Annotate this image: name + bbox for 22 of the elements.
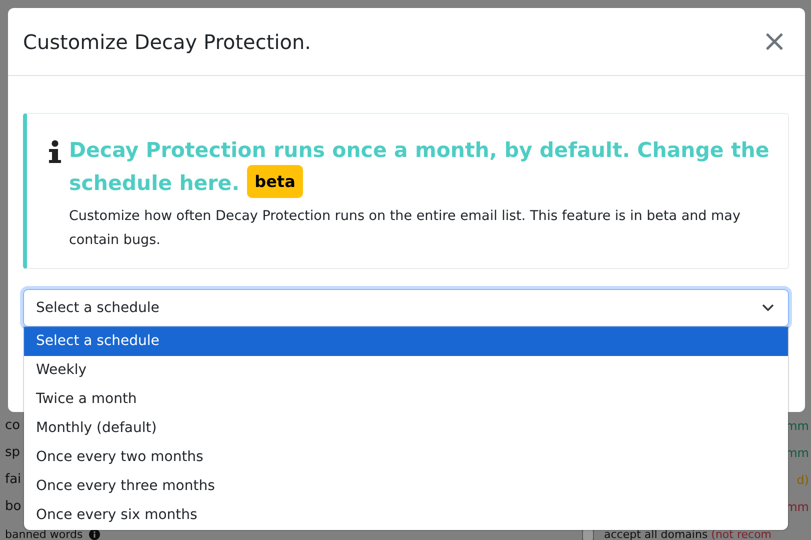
dropdown-option[interactable]: Once every six months — [24, 501, 788, 530]
setting-label: sp — [5, 444, 20, 460]
setting-label: bo — [5, 498, 22, 514]
dropdown-option[interactable]: Twice a month — [24, 385, 788, 414]
beta-badge: beta — [246, 165, 304, 198]
dropdown-option[interactable]: Once every three months — [24, 472, 788, 501]
alert-text: Customize how often Decay Protection runs on the entire email list. This feature is in beta and may contain bugs. — [69, 207, 742, 250]
info-icon — [47, 140, 63, 164]
chevron-down-icon — [762, 304, 774, 312]
dropdown-option[interactable]: Weekly — [24, 356, 788, 385]
close-button[interactable]: × — [758, 26, 791, 56]
dropdown-option[interactable]: Monthly (default) — [24, 414, 788, 443]
schedule-select[interactable]: Select a schedule — [23, 289, 789, 327]
alert-heading: Decay Protection runs once a month, by default. Change the schedule here. beta — [69, 136, 778, 198]
setting-label: fai — [5, 472, 22, 488]
setting-label: banned words — [5, 529, 83, 540]
dialog-title: Customize Decay Protection. — [23, 30, 312, 54]
setting-note: d) — [796, 472, 809, 488]
setting-label: co — [5, 418, 20, 434]
dropdown-option[interactable]: Select a schedule — [24, 327, 788, 356]
dropdown-option[interactable]: Once every two months — [24, 443, 788, 472]
checkbox-label: accept all domains (not recom — [604, 529, 772, 540]
